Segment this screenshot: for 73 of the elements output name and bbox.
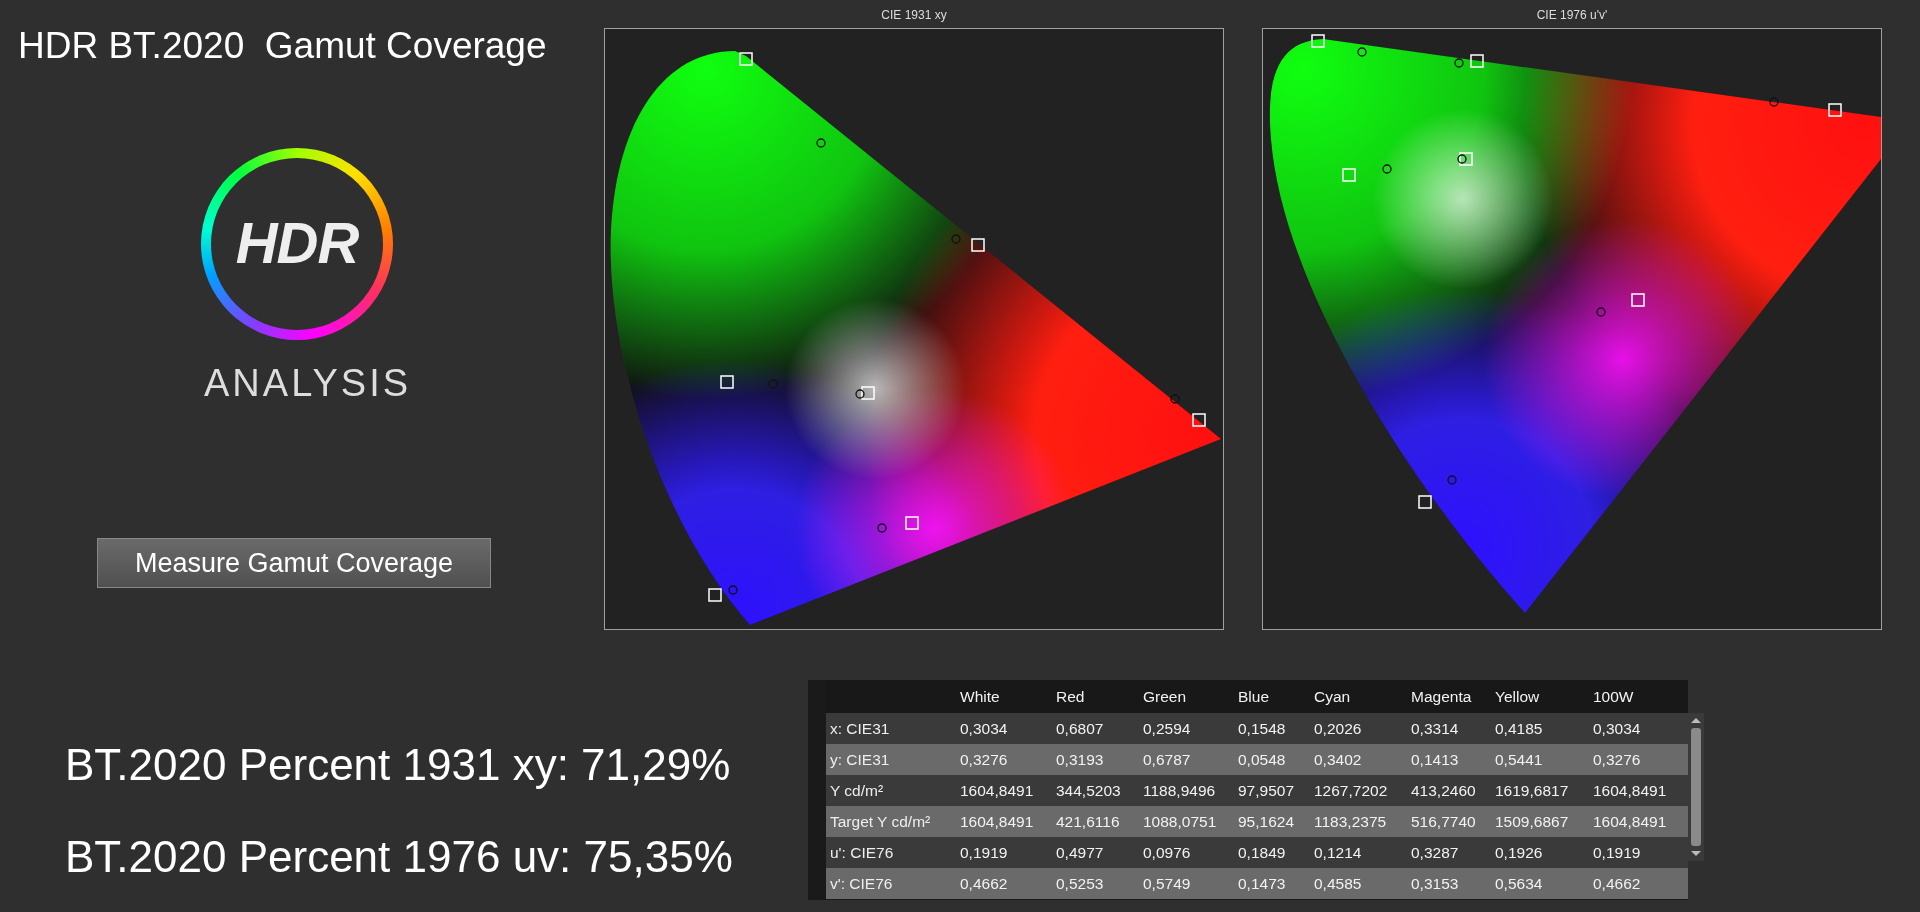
table-cell-text: 0,3276 [960,750,1009,769]
column-header: 100W [1593,687,1635,706]
table-cell-text: 1088,0751 [1143,812,1218,831]
row-label: y: CIE31 [829,750,891,769]
coverage-result: BT.2020 Percent 1931 xy: 71,29% [65,740,732,790]
row-label: u': CIE76 [829,843,895,862]
table-cell-text: 0,5634 [1495,874,1544,893]
table-cell-text: 0,4662 [1593,874,1642,893]
column-header: Blue [1238,687,1271,706]
column-header: Yellow [1495,687,1541,706]
logo-mark: HDR [235,209,359,277]
row-label: Target Y cd/m² [829,812,932,831]
chart-title: CIE 1931 xy [881,7,947,24]
table-cell-text: 0,1473 [1238,874,1287,893]
row-label: Y cd/m² [829,781,885,800]
row-label: x: CIE31 [829,719,891,738]
table-cell-text: 413,2460 [1411,781,1477,800]
table-cell-text: 1604,8491 [960,781,1035,800]
logo-caption: ANALYSIS [204,362,412,405]
table-cell-text: 0,1413 [1411,750,1460,769]
table-cell-text: 0,5749 [1143,874,1192,893]
table-cell-text: 0,3034 [960,719,1009,738]
table-cell-text: 0,3153 [1411,874,1460,893]
table-cell-text: 0,4662 [960,874,1009,893]
column-header: Green [1143,687,1188,706]
coverage-result: BT.2020 Percent 1976 uv: 75,35% [65,832,734,882]
table-cell-text: 0,5441 [1495,750,1544,769]
table-cell-text: 0,3034 [1593,719,1642,738]
table-cell-text: 0,4585 [1314,874,1363,893]
table-cell-text: 0,2026 [1314,719,1363,738]
table-cell-text: 0,1548 [1238,719,1287,738]
table-cell-text: 0,4185 [1495,719,1544,738]
table-cell-text: 95,1624 [1238,812,1296,831]
table-cell-text: 0,3287 [1411,843,1460,862]
table-cell-text: 0,4977 [1056,843,1105,862]
table-cell-text: 0,3314 [1411,719,1460,738]
table-cell-text: 1509,6867 [1495,812,1570,831]
page-title: HDR BT.2020 Gamut Coverage [18,24,547,68]
table-cell-text: 0,1926 [1495,843,1544,862]
column-header: Magenta [1411,687,1473,706]
up-arrow-icon[interactable] [1690,716,1702,724]
table-cell-text: 516,7740 [1411,812,1477,831]
table-cell-text: 0,1919 [1593,843,1642,862]
table-cell-text: 1267,7202 [1314,781,1389,800]
table-cell-text: 0,0548 [1238,750,1287,769]
table-cell-text: 0,6787 [1143,750,1192,769]
table-cell-text: 1604,8491 [960,812,1035,831]
column-header: Cyan [1314,687,1352,706]
chart-title: CIE 1976 u'v' [1536,7,1608,24]
table-cell-text: 0,2594 [1143,719,1192,738]
table-cell-text: 421,6116 [1056,812,1121,831]
table-cell-text: 0,1849 [1238,843,1287,862]
table-cell-text: 1183,2375 [1314,812,1388,831]
table-cell-text: 0,1919 [960,843,1009,862]
table-cell-text: 0,0976 [1143,843,1192,862]
table-cell-text: 1604,8491 [1593,781,1668,800]
table-cell-text: 0,3276 [1593,750,1642,769]
table-cell-text: 0,3193 [1056,750,1105,769]
down-arrow-icon[interactable] [1690,850,1702,858]
table-cell-text: 0,1214 [1314,843,1363,862]
column-header: Red [1056,687,1086,706]
table-cell-text: 344,5203 [1056,781,1122,800]
table-cell-text: 1619,6817 [1495,781,1570,800]
scrollbar[interactable] [1688,713,1704,861]
table-cell-text: 1188,9496 [1143,781,1217,800]
table-cell-text: 0,5253 [1056,874,1105,893]
table-cell-text: 0,6807 [1056,719,1105,738]
measure-button[interactable]: Measure Gamut Coverage [97,538,491,588]
column-header: White [960,687,1001,706]
table-cell-text: 1604,8491 [1593,812,1668,831]
row-label: v': CIE76 [829,874,894,893]
table-cell-text: 97,9507 [1238,781,1296,800]
table-cell-text: 0,3402 [1314,750,1363,769]
